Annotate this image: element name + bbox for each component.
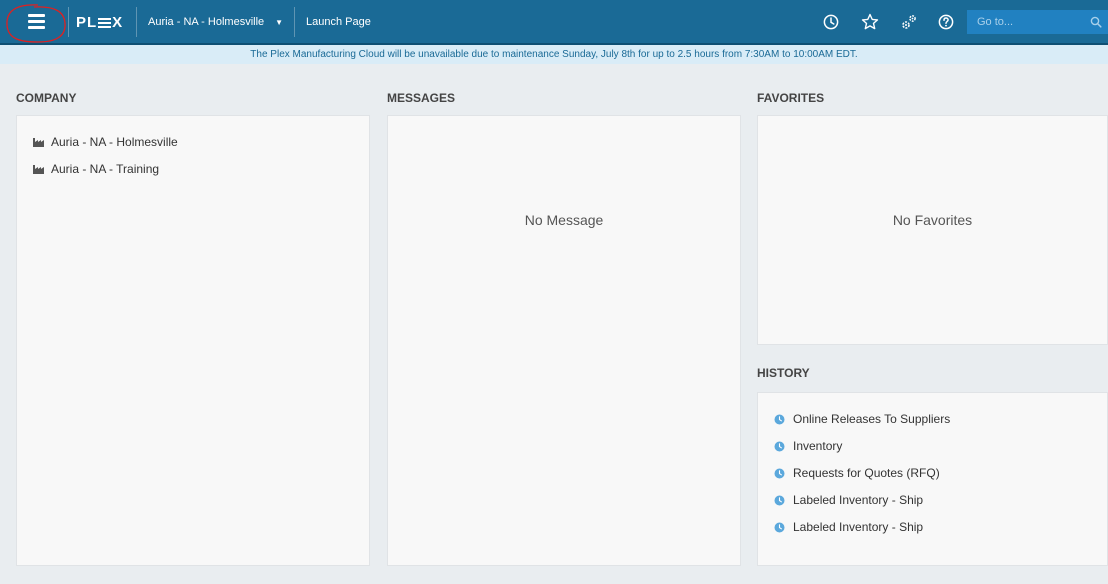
- logo-e-mark: [98, 17, 112, 28]
- company-item[interactable]: Auria - NA - Training: [33, 162, 159, 176]
- header-divider: [68, 7, 69, 37]
- search-button[interactable]: [1084, 10, 1108, 34]
- logo-text-right: X: [112, 13, 124, 31]
- clock-icon: [823, 14, 839, 30]
- favorites-section-title: FAVORITES: [757, 91, 825, 105]
- history-dot-icon: [774, 414, 785, 424]
- hamburger-menu-button[interactable]: [12, 8, 60, 35]
- messages-section-title: MESSAGES: [387, 91, 456, 105]
- plex-logo[interactable]: PL X: [76, 11, 123, 33]
- company-item-label: Auria - NA - Training: [51, 162, 160, 176]
- help-icon: [938, 14, 954, 30]
- star-icon: [861, 13, 879, 30]
- factory-icon: [33, 165, 44, 174]
- no-message-text: No Message: [524, 212, 604, 228]
- history-item[interactable]: Requests for Quotes (RFQ): [774, 466, 940, 480]
- top-navigation-bar: PL X Auria - NA - Holmesville ▼ Launch P…: [0, 0, 1108, 43]
- factory-icon: [33, 138, 44, 147]
- history-dot-icon: [774, 441, 785, 451]
- history-dot-icon: [774, 495, 785, 505]
- favorites-button[interactable]: [858, 10, 882, 34]
- history-item-label: Labeled Inventory - Ship: [793, 493, 924, 507]
- hamburger-menu-icon-bar: [28, 20, 45, 23]
- history-item-label: Inventory: [793, 439, 843, 453]
- history-dot-icon: [774, 522, 785, 532]
- launch-page-label: Launch Page: [306, 16, 371, 28]
- company-item-label: Auria - NA - Holmesville: [51, 135, 178, 149]
- history-item[interactable]: Inventory: [774, 439, 842, 453]
- company-selector-dropdown[interactable]: Auria - NA - Holmesville ▼: [138, 8, 293, 36]
- maintenance-banner: The Plex Manufacturing Cloud will be una…: [0, 45, 1108, 64]
- no-favorites-text: No Favorites: [892, 212, 973, 228]
- logo-text-left: PL: [76, 13, 98, 31]
- history-item-label: Requests for Quotes (RFQ): [793, 466, 940, 480]
- caret-down-icon: ▼: [275, 17, 284, 27]
- history-section-title: HISTORY: [757, 366, 810, 380]
- history-item[interactable]: Online Releases To Suppliers: [774, 412, 950, 426]
- favorites-panel: No Favorites: [757, 115, 1108, 345]
- company-item[interactable]: Auria - NA - Holmesville: [33, 135, 178, 149]
- history-item[interactable]: Labeled Inventory - Ship: [774, 493, 923, 507]
- history-dot-icon: [774, 468, 785, 478]
- settings-button[interactable]: [897, 10, 921, 34]
- company-panel: Auria - NA - Holmesville Auria - NA - Tr…: [16, 115, 370, 566]
- history-panel: Online Releases To Suppliers Inventory R…: [757, 392, 1108, 566]
- messages-panel: No Message: [387, 115, 741, 566]
- company-section-title: COMPANY: [16, 91, 77, 105]
- goto-search-box: [967, 10, 1108, 34]
- company-selector-label: Auria - NA - Holmesville: [148, 16, 265, 28]
- help-button[interactable]: [934, 10, 958, 34]
- gears-icon: [902, 15, 916, 29]
- goto-search-input[interactable]: [967, 10, 1084, 34]
- hamburger-menu-icon: [28, 14, 45, 17]
- search-icon: [1090, 16, 1102, 28]
- header-divider: [294, 7, 295, 37]
- hamburger-menu-icon-bar: [28, 26, 45, 29]
- history-item-label: Labeled Inventory - Ship: [793, 520, 924, 534]
- launch-page-link[interactable]: Launch Page: [296, 8, 381, 36]
- history-item[interactable]: Labeled Inventory - Ship: [774, 520, 923, 534]
- recent-button[interactable]: [819, 10, 843, 34]
- header-divider: [136, 7, 137, 37]
- history-item-label: Online Releases To Suppliers: [793, 412, 951, 426]
